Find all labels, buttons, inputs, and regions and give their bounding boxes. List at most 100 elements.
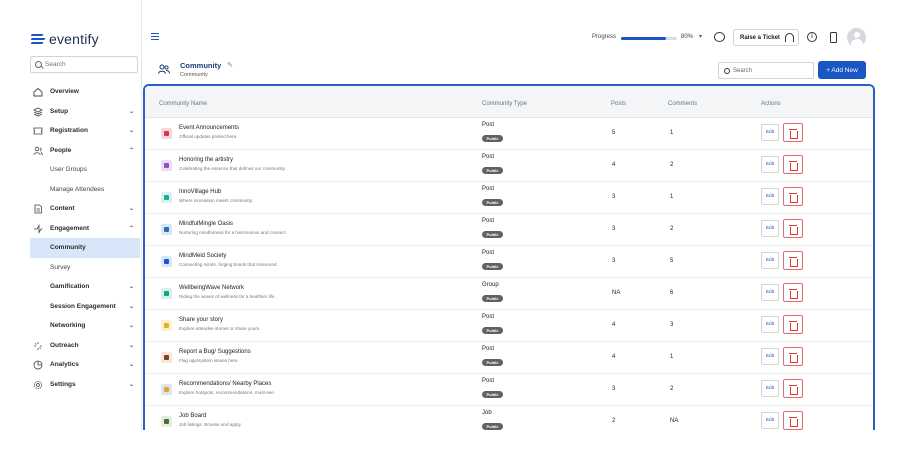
info-icon[interactable]: i — [807, 32, 817, 42]
table-row[interactable]: MindMeld Society Connecting minds, forgin… — [145, 246, 873, 278]
sidebar-item-manage-attendees[interactable]: Manage Attendees — [30, 180, 140, 200]
community-name[interactable]: MindMeld Society — [179, 253, 226, 259]
table-row[interactable]: Share your story Explore attendee stories… — [145, 310, 873, 342]
sidebar-search[interactable] — [30, 56, 138, 73]
delete-trash-icon[interactable] — [783, 411, 803, 430]
sidebar-item-content[interactable]: Content ⌄ — [30, 199, 140, 219]
chevron-down-icon[interactable]: ⌄ — [129, 381, 134, 388]
community-name[interactable]: Recommendations/ Nearby Places — [179, 381, 271, 387]
add-new-button[interactable]: + Add New — [818, 61, 866, 79]
table-row[interactable]: Recommendations/ Nearby Places Explore ho… — [145, 374, 873, 406]
sidebar-search-input[interactable] — [45, 61, 125, 68]
community-search-input[interactable]: Search — [718, 62, 814, 79]
community-name[interactable]: Job Board — [179, 413, 206, 419]
edit-button[interactable]: Edit — [761, 284, 779, 301]
delete-trash-icon[interactable] — [783, 155, 803, 174]
edit-button[interactable]: Edit — [761, 316, 779, 333]
chevron-down-icon[interactable]: ⌄ — [129, 127, 134, 134]
chevron-down-icon[interactable]: ⌄ — [129, 205, 134, 212]
table-row[interactable]: Job Board Job listings. Browse and apply.… — [145, 406, 873, 430]
sidebar-item-outreach[interactable]: Outreach ⌄ — [30, 336, 140, 356]
community-description: Explore attendee stories or share yours. — [179, 326, 261, 331]
hamburger-menu-icon[interactable] — [151, 33, 159, 41]
avatar[interactable] — [847, 28, 866, 47]
edit-button[interactable]: Edit — [761, 412, 779, 429]
table-row[interactable]: MindfulMingle Oasis Nurturing mindfulness… — [145, 214, 873, 246]
app-root: eventify Overview Setup ⌄ Registration ⌄ Peop… — [0, 0, 900, 452]
chat-icon[interactable] — [714, 32, 725, 42]
sidebar-item-session-engagement[interactable]: Session Engagement ⌄ — [30, 297, 140, 317]
sidebar-item-overview[interactable]: Overview — [30, 82, 140, 102]
community-type: Post — [482, 314, 495, 320]
community-name[interactable]: Event Announcements — [179, 125, 239, 131]
visibility-badge: Public — [482, 135, 503, 142]
table-row[interactable]: Event Announcements Official updates post… — [145, 118, 873, 150]
sidebar-item-label: Settings — [50, 380, 76, 388]
mobile-icon[interactable] — [830, 32, 837, 43]
community-thumbnail-icon — [161, 288, 172, 299]
delete-trash-icon[interactable] — [783, 283, 803, 302]
chevron-up-icon[interactable]: ⌃ — [129, 147, 134, 154]
delete-trash-icon[interactable] — [783, 251, 803, 270]
sidebar-item-survey[interactable]: Survey — [30, 258, 140, 278]
edit-button[interactable]: Edit — [761, 124, 779, 141]
edit-button[interactable]: Edit — [761, 348, 779, 365]
logo[interactable]: eventify — [30, 30, 99, 48]
chevron-up-icon[interactable]: ⌃ — [129, 225, 134, 232]
chevron-down-icon[interactable]: ⌄ — [129, 303, 134, 310]
raise-ticket-button[interactable]: Raise a Ticket — [733, 29, 799, 46]
community-name[interactable]: Share your story — [179, 317, 223, 323]
table-row[interactable]: InnoVillage Hub Where innovation meets co… — [145, 182, 873, 214]
edit-button[interactable]: Edit — [761, 188, 779, 205]
delete-trash-icon[interactable] — [783, 315, 803, 334]
delete-trash-icon[interactable] — [783, 187, 803, 206]
sidebar-item-label: Content — [50, 205, 75, 213]
chevron-down-icon[interactable]: ⌄ — [129, 342, 134, 349]
community-name[interactable]: WellbeingWave Network — [179, 285, 244, 291]
chevron-down-icon[interactable]: ⌄ — [129, 322, 134, 329]
posts-count: 3 — [612, 386, 616, 392]
progress-fill — [621, 37, 666, 40]
community-description: Celebrating the essence that defines our… — [179, 166, 285, 171]
sidebar-item-engagement[interactable]: Engagement ⌃ — [30, 219, 140, 239]
page-header: Community ✎ Community Search + Add New — [143, 56, 875, 82]
sidebar-item-analytics[interactable]: Analytics ⌄ — [30, 355, 140, 375]
chevron-down-icon[interactable]: ⌄ — [129, 283, 134, 290]
chevron-down-icon[interactable]: ⌄ — [129, 361, 134, 368]
sidebar-item-setup[interactable]: Setup ⌄ — [30, 102, 140, 122]
delete-trash-icon[interactable] — [783, 347, 803, 366]
community-name[interactable]: Report a Bug/ Suggestions — [179, 349, 251, 355]
edit-button[interactable]: Edit — [761, 380, 779, 397]
edit-button[interactable]: Edit — [761, 220, 779, 237]
delete-trash-icon[interactable] — [783, 379, 803, 398]
delete-trash-icon[interactable] — [783, 219, 803, 238]
community-thumbnail-icon — [161, 384, 172, 395]
table-row[interactable]: WellbeingWave Network Riding the waves of… — [145, 278, 873, 310]
chevron-down-icon[interactable]: ⌄ — [129, 108, 134, 115]
community-thumbnail-icon — [161, 352, 172, 363]
sidebar-item-gamification[interactable]: Gamification ⌄ — [30, 277, 140, 297]
sidebar-item-user-groups[interactable]: User Groups — [30, 160, 140, 180]
community-icon — [158, 64, 170, 74]
table-row[interactable]: Report a Bug/ Suggestions Flag app/system… — [145, 342, 873, 374]
edit-pencil-icon[interactable]: ✎ — [227, 61, 233, 69]
edit-button[interactable]: Edit — [761, 156, 779, 173]
table-row[interactable]: Honoring the artistry Celebrating the ess… — [145, 150, 873, 182]
sidebar-item-registration[interactable]: Registration ⌄ — [30, 121, 140, 141]
header-actions: Actions — [761, 101, 781, 107]
sidebar-item-networking[interactable]: Networking ⌄ — [30, 316, 140, 336]
community-name[interactable]: InnoVillage Hub — [179, 189, 221, 195]
community-name[interactable]: Honoring the artistry — [179, 157, 233, 163]
sidebar-item-label: Community — [50, 244, 86, 252]
sidebar-item-settings[interactable]: Settings ⌄ — [30, 375, 140, 395]
delete-trash-icon[interactable] — [783, 123, 803, 142]
logo-text: eventify — [49, 31, 99, 47]
sidebar-item-people[interactable]: People ⌃ — [30, 141, 140, 161]
community-name[interactable]: MindfulMingle Oasis — [179, 221, 233, 227]
thumbnail-glyph — [164, 355, 169, 360]
progress-dropdown-icon[interactable]: ▾ — [699, 33, 702, 40]
header-community-name: Community Name — [159, 101, 208, 107]
edit-button[interactable]: Edit — [761, 252, 779, 269]
community-type: Post — [482, 154, 495, 160]
sidebar-item-community[interactable]: Community — [30, 238, 140, 258]
